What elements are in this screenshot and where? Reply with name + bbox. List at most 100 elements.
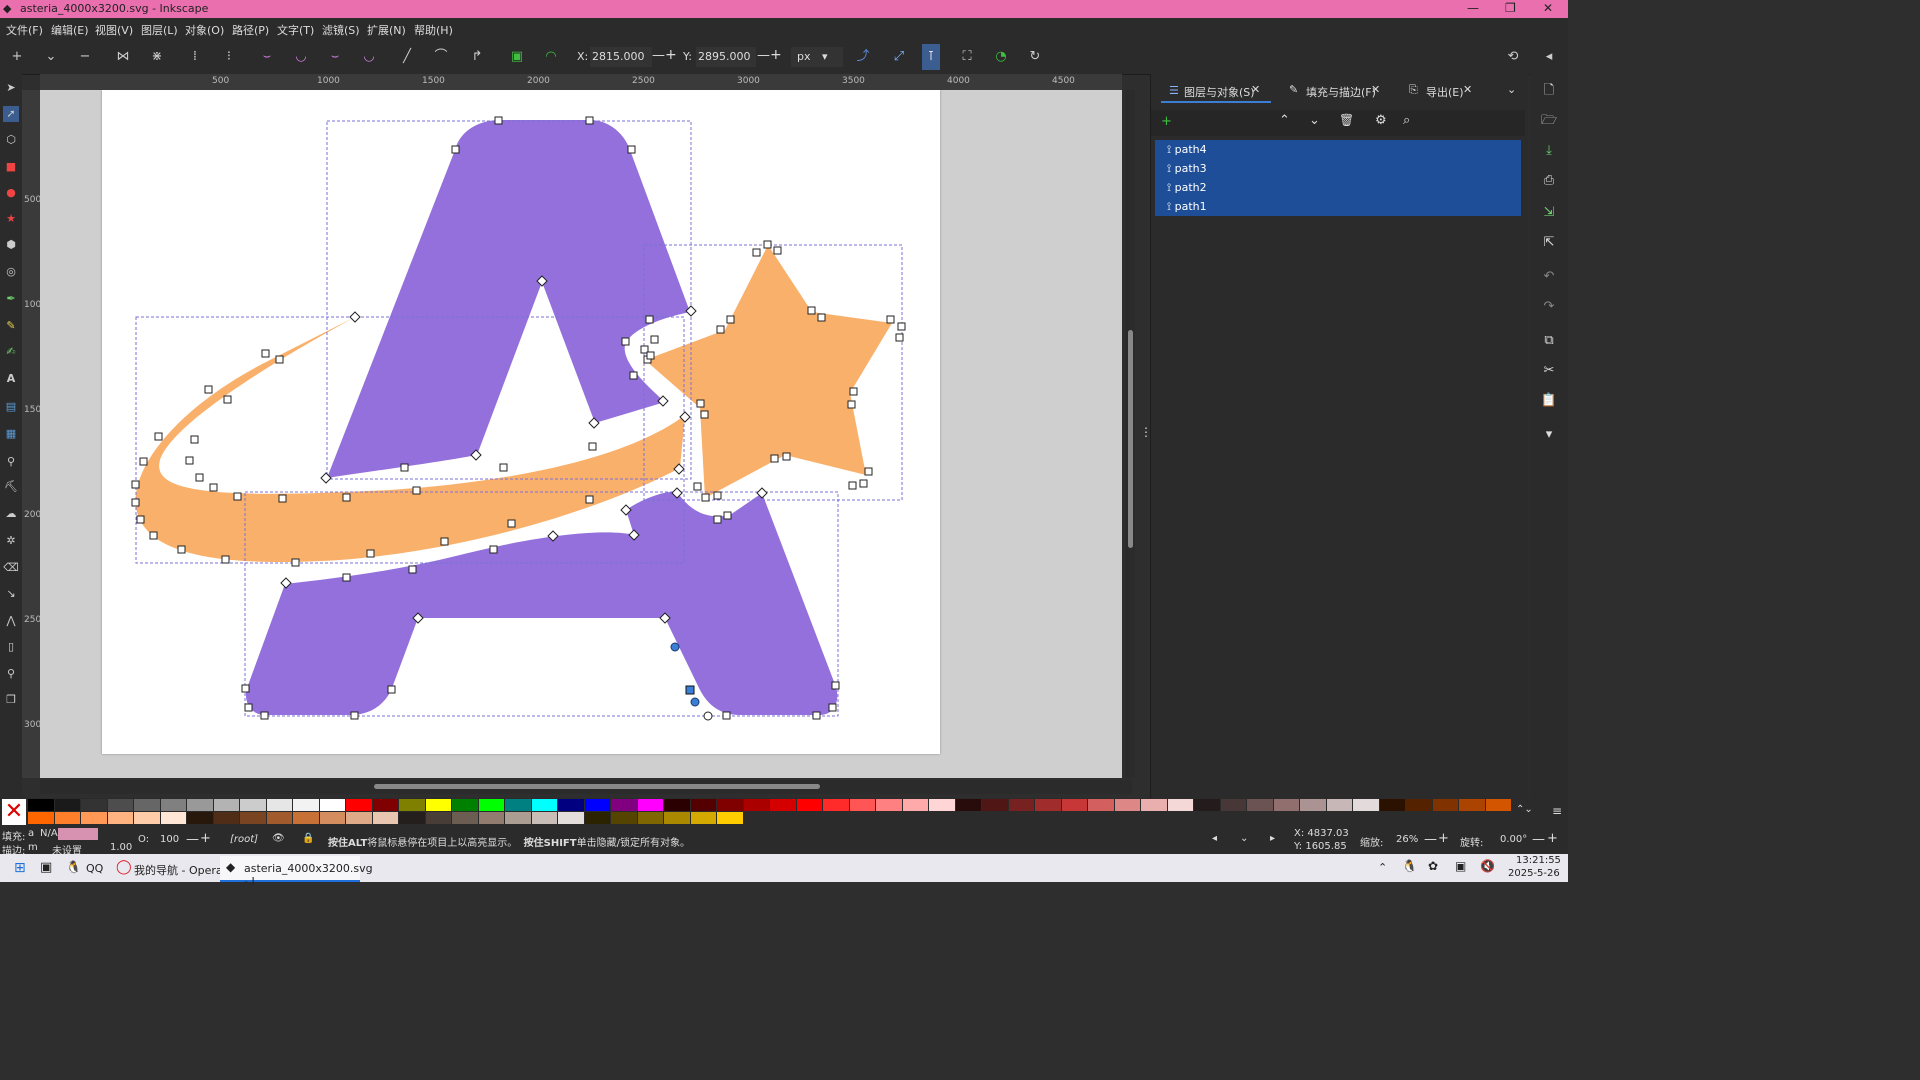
tweak-tool-icon[interactable]: ☁ <box>3 506 19 522</box>
color-swatch[interactable] <box>1088 799 1114 811</box>
color-swatch[interactable] <box>1247 799 1273 811</box>
text-tool-icon[interactable]: A <box>3 371 19 387</box>
show-handles-icon[interactable]: ⤴ <box>854 48 872 66</box>
qq-icon[interactable]: 🐧 <box>66 860 81 874</box>
edit-mask-icon[interactable]: ↻ <box>1026 48 1044 66</box>
color-swatch[interactable] <box>1459 799 1485 811</box>
color-swatch[interactable] <box>478 799 504 811</box>
object-row-path2[interactable]: ⟟ path2 <box>1155 178 1521 197</box>
copy-icon[interactable]: ⧉ <box>1540 332 1558 350</box>
color-swatch[interactable] <box>664 799 690 811</box>
settings-gear-icon[interactable]: ⚙ <box>1375 113 1387 128</box>
join-segment-icon[interactable]: ⁞ <box>186 48 204 66</box>
color-swatch[interactable] <box>505 799 531 811</box>
color-swatch[interactable] <box>823 799 849 811</box>
calligraphy-tool-icon[interactable]: ✍ <box>3 344 19 360</box>
print-icon[interactable]: ⎙ <box>1540 172 1558 190</box>
node-cusp-icon[interactable]: ⌣ <box>258 48 276 66</box>
3d-box-tool-icon[interactable]: ⬢ <box>3 237 19 253</box>
taskbar-opera[interactable]: 我的导航 - Opera <box>134 862 223 878</box>
color-swatch[interactable] <box>134 799 160 811</box>
segment-line-icon[interactable]: ╱ <box>398 48 416 66</box>
spiral-tool-icon[interactable]: ◎ <box>3 264 19 280</box>
opacity-increment-button[interactable]: + <box>200 831 211 846</box>
star-tool-icon[interactable]: ★ <box>3 211 19 227</box>
color-swatch[interactable] <box>346 812 372 824</box>
color-swatch[interactable] <box>1300 799 1326 811</box>
color-swatch[interactable] <box>1432 799 1458 811</box>
node-handle[interactable] <box>670 642 680 652</box>
x-increment-button[interactable]: + <box>665 47 677 63</box>
color-swatch[interactable] <box>160 812 186 824</box>
artwork[interactable] <box>40 90 1122 778</box>
new-document-icon[interactable]: 🗋 <box>1540 82 1558 100</box>
color-swatch[interactable] <box>902 799 928 811</box>
color-swatch[interactable] <box>531 799 557 811</box>
opacity-decrement-button[interactable]: — <box>186 832 199 847</box>
color-swatch[interactable] <box>160 799 186 811</box>
node-handle[interactable] <box>690 697 700 707</box>
menu-file[interactable]: 文件(F) <box>6 22 43 38</box>
color-swatch[interactable] <box>796 799 822 811</box>
opacity-input[interactable]: 100 <box>160 834 179 845</box>
close-tab-icon[interactable]: ✕ <box>1251 83 1260 96</box>
show-transform-handles-icon[interactable]: ⊺ <box>922 44 940 70</box>
y-coordinate-input[interactable]: 2895.000 <box>696 47 756 67</box>
import-icon[interactable]: ⇲ <box>1540 204 1558 222</box>
color-swatch[interactable] <box>558 799 584 811</box>
close-tab-icon[interactable]: ✕ <box>1463 83 1472 96</box>
zoom-increment-button[interactable]: + <box>1438 831 1449 846</box>
add-layer-icon[interactable]: + <box>1161 114 1172 129</box>
pages-tool-icon[interactable]: ▯ <box>3 639 19 655</box>
snap-toggle-icon[interactable]: ⟲ <box>1504 48 1522 66</box>
color-swatch[interactable] <box>54 812 80 824</box>
color-swatch[interactable] <box>81 812 107 824</box>
node-tool-icon[interactable]: ➚ <box>3 106 19 122</box>
color-swatch[interactable] <box>425 812 451 824</box>
color-swatch[interactable] <box>929 799 955 811</box>
color-swatch[interactable] <box>293 812 319 824</box>
tray-app-icon[interactable]: ✿ <box>1428 859 1438 873</box>
color-swatch[interactable] <box>399 799 425 811</box>
close-tab-icon[interactable]: ✕ <box>1371 83 1380 96</box>
menu-help[interactable]: 帮助(H) <box>414 22 453 38</box>
zoom-tool-icon[interactable]: ⚲ <box>3 666 19 682</box>
paint-bucket-icon[interactable]: ⛏ <box>3 479 19 495</box>
more-commands-icon[interactable]: ▾ <box>1540 426 1558 444</box>
tab-layers-objects[interactable]: 图层与对象(S) <box>1184 84 1255 100</box>
collapse-toolbar-icon[interactable]: ◂ <box>1540 48 1558 66</box>
node-handle[interactable] <box>703 711 713 721</box>
lower-icon[interactable]: ⌄ <box>1309 113 1320 128</box>
color-swatch[interactable] <box>770 799 796 811</box>
color-swatch[interactable] <box>54 799 80 811</box>
color-swatch[interactable] <box>266 812 292 824</box>
color-swatch[interactable] <box>717 799 743 811</box>
show-outline-icon[interactable]: ⤢ <box>890 48 908 66</box>
color-swatch[interactable] <box>1114 799 1140 811</box>
color-swatch[interactable] <box>1167 799 1193 811</box>
color-swatch[interactable] <box>213 812 239 824</box>
taskbar-inkscape-item[interactable]: ◆ asteria_4000x3200.svg - I <box>220 856 373 888</box>
measure-tool-icon[interactable]: ❐ <box>3 692 19 708</box>
color-swatch[interactable] <box>28 812 54 824</box>
rotate-increment-button[interactable]: + <box>1547 831 1558 846</box>
color-swatch[interactable] <box>690 812 716 824</box>
color-swatch[interactable] <box>1035 799 1061 811</box>
y-increment-button[interactable]: + <box>770 47 782 63</box>
color-swatch[interactable] <box>637 812 663 824</box>
pen-tool-icon[interactable]: ✒ <box>3 291 19 307</box>
menu-layer[interactable]: 图层(L) <box>141 22 178 38</box>
eraser-tool-icon[interactable]: ⌫ <box>3 560 19 576</box>
color-swatch[interactable] <box>372 812 398 824</box>
color-swatch[interactable] <box>319 812 345 824</box>
color-swatch[interactable] <box>1141 799 1167 811</box>
tray-expand-icon[interactable]: ⌃ <box>1378 861 1387 874</box>
minimize-button[interactable]: — <box>1467 1 1479 15</box>
taskbar-qq[interactable]: QQ <box>86 862 103 875</box>
opera-icon[interactable]: ◯ <box>116 859 132 875</box>
file-explorer-icon[interactable]: ▣ <box>40 860 52 875</box>
y-decrement-button[interactable]: — <box>757 48 770 63</box>
color-swatch[interactable] <box>611 812 637 824</box>
break-path-icon[interactable]: ⋇ <box>148 48 166 66</box>
color-swatch[interactable] <box>399 812 425 824</box>
